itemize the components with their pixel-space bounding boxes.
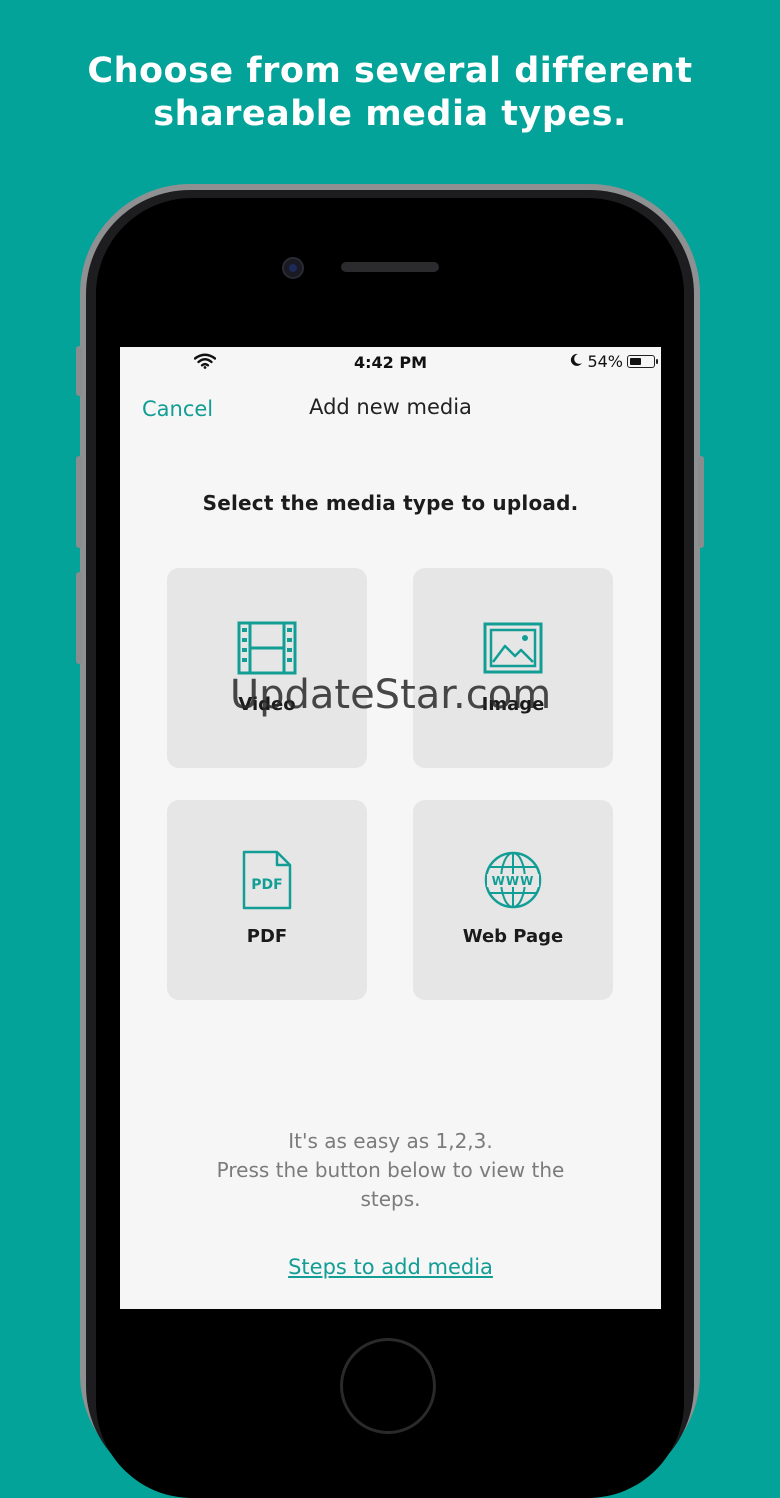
steps-to-add-media-link[interactable]: Steps to add media <box>120 1255 661 1279</box>
media-type-web-page[interactable]: WWW Web Page <box>413 800 613 1000</box>
instruction-text: Select the media type to upload. <box>202 491 579 515</box>
helper-line-2: Press the button below to view the <box>216 1158 565 1182</box>
globe-icon: WWW <box>483 850 543 910</box>
power-button <box>698 456 704 548</box>
battery-percent: 54% <box>587 352 623 371</box>
media-type-image[interactable]: Image <box>413 568 613 768</box>
media-type-label: PDF <box>246 926 288 947</box>
volume-down-button <box>76 572 82 664</box>
pdf-icon-text: PDF <box>251 877 282 893</box>
home-button[interactable] <box>340 1338 436 1434</box>
volume-up-button <box>76 456 82 548</box>
helper-text: It's as easy as 1,2,3. Press the button … <box>160 1127 621 1214</box>
status-bar: 4:42 PM 54% <box>120 347 661 377</box>
media-type-label: Video <box>238 694 296 715</box>
web-icon-text: WWW <box>492 874 535 888</box>
headline: Choose from several different shareable … <box>0 50 780 136</box>
nav-bar: Cancel Add new media <box>120 391 661 431</box>
moon-icon <box>569 352 583 371</box>
battery-fill <box>629 357 642 365</box>
battery-icon <box>627 355 658 368</box>
helper-line-1: It's as easy as 1,2,3. <box>288 1129 493 1153</box>
media-type-label: Image <box>481 694 545 715</box>
front-camera <box>282 257 304 279</box>
media-type-pdf[interactable]: PDF PDF <box>167 800 367 1000</box>
page-title: Add new media <box>309 395 472 419</box>
earpiece-speaker <box>341 262 439 272</box>
helper-line-3: steps. <box>360 1187 421 1211</box>
app-screen: 4:42 PM 54% Cancel Add new media Select … <box>120 347 661 1309</box>
pdf-icon: PDF <box>237 850 297 910</box>
mute-switch <box>76 346 82 396</box>
headline-line-1: Choose from several different <box>87 51 693 91</box>
media-type-label: Web Page <box>462 926 564 947</box>
media-type-video[interactable]: Video <box>167 568 367 768</box>
image-icon <box>483 618 543 678</box>
film-icon <box>237 618 297 678</box>
status-right: 54% <box>569 352 658 371</box>
headline-line-2: shareable media types. <box>153 94 627 134</box>
